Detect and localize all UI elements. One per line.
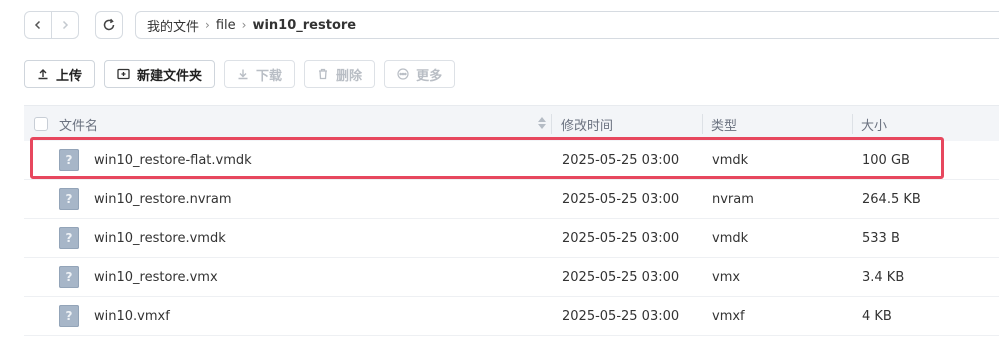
column-divider[interactable] xyxy=(852,114,853,134)
file-type: vmxf xyxy=(712,308,745,324)
file-table: 文件名 修改时间 类型 大小 ? win10_restore-flat.vmdk… xyxy=(24,105,999,336)
new-folder-label: 新建文件夹 xyxy=(137,68,203,84)
file-type: vmx xyxy=(712,269,741,285)
file-name: win10_restore.vmdk xyxy=(94,230,226,246)
file-size: 4 KB xyxy=(862,308,892,324)
file-type: vmdk xyxy=(712,152,749,168)
chevron-left-icon xyxy=(34,20,41,30)
breadcrumb-separator: › xyxy=(241,18,247,32)
trash-icon xyxy=(317,68,329,80)
delete-button[interactable]: 删除 xyxy=(304,60,376,88)
new-folder-icon xyxy=(117,68,130,80)
file-name: win10_restore.nvram xyxy=(94,191,232,207)
table-row[interactable]: ? win10.vmxf 2025-05-25 03:00 vmxf 4 KB xyxy=(24,297,999,336)
file-size: 3.4 KB xyxy=(862,269,905,285)
file-modified: 2025-05-25 03:00 xyxy=(562,269,680,285)
more-button[interactable]: 更多 xyxy=(384,60,456,88)
download-button[interactable]: 下载 xyxy=(224,60,296,88)
unknown-file-icon: ? xyxy=(59,266,79,288)
unknown-file-icon: ? xyxy=(59,188,79,210)
more-label: 更多 xyxy=(416,68,443,84)
file-modified: 2025-05-25 03:00 xyxy=(562,230,680,246)
toolbar: 上传 新建文件夹 下载 删除 更多 xyxy=(24,60,456,88)
file-type: nvram xyxy=(712,191,754,207)
file-size: 100 GB xyxy=(862,152,910,168)
file-name: win10_restore.vmx xyxy=(94,269,218,285)
new-folder-button[interactable]: 新建文件夹 xyxy=(104,60,216,88)
delete-label: 删除 xyxy=(336,68,363,84)
column-divider[interactable] xyxy=(551,114,552,134)
unknown-file-icon: ? xyxy=(59,149,79,171)
upload-icon xyxy=(37,68,49,80)
upload-label: 上传 xyxy=(56,68,83,84)
file-type: vmdk xyxy=(712,230,749,246)
back-button[interactable] xyxy=(25,12,51,38)
refresh-button[interactable] xyxy=(95,11,123,39)
table-header: 文件名 修改时间 类型 大小 xyxy=(24,105,999,141)
column-header-name[interactable]: 文件名 xyxy=(59,106,98,142)
table-row[interactable]: ? win10_restore.vmdk 2025-05-25 03:00 vm… xyxy=(24,219,999,258)
download-label: 下载 xyxy=(256,68,283,84)
unknown-file-icon: ? xyxy=(59,305,79,327)
table-row[interactable]: ? win10_restore.nvram 2025-05-25 03:00 n… xyxy=(24,180,999,219)
file-size: 533 B xyxy=(862,230,900,246)
table-row[interactable]: ? win10_restore-flat.vmdk 2025-05-25 03:… xyxy=(24,141,999,180)
file-name: win10_restore-flat.vmdk xyxy=(94,152,252,168)
file-modified: 2025-05-25 03:00 xyxy=(562,191,680,207)
upload-button[interactable]: 上传 xyxy=(24,60,96,88)
forward-button[interactable] xyxy=(51,12,78,38)
sort-icon[interactable] xyxy=(538,117,546,129)
file-modified: 2025-05-25 03:00 xyxy=(562,152,680,168)
breadcrumb-separator: › xyxy=(205,18,210,32)
column-header-type[interactable]: 类型 xyxy=(711,106,737,142)
file-size: 264.5 KB xyxy=(862,191,921,207)
file-name: win10.vmxf xyxy=(94,308,170,324)
breadcrumb-item-my-files[interactable]: 我的文件 xyxy=(147,16,199,35)
breadcrumb-item-file[interactable]: file xyxy=(216,18,236,33)
refresh-icon xyxy=(103,18,115,31)
more-icon xyxy=(397,68,409,80)
file-modified: 2025-05-25 03:00 xyxy=(562,308,680,324)
select-all-checkbox[interactable] xyxy=(34,116,48,131)
breadcrumb-item-current: win10_restore xyxy=(252,17,357,33)
history-nav xyxy=(24,11,79,39)
table-row[interactable]: ? win10_restore.vmx 2025-05-25 03:00 vmx… xyxy=(24,258,999,297)
chevron-right-icon xyxy=(62,20,69,30)
column-header-size[interactable]: 大小 xyxy=(861,106,887,142)
column-header-modified[interactable]: 修改时间 xyxy=(561,106,613,142)
download-icon xyxy=(237,68,249,80)
column-divider[interactable] xyxy=(702,114,703,134)
breadcrumb: 我的文件 › file › win10_restore xyxy=(135,11,999,39)
unknown-file-icon: ? xyxy=(59,227,79,249)
